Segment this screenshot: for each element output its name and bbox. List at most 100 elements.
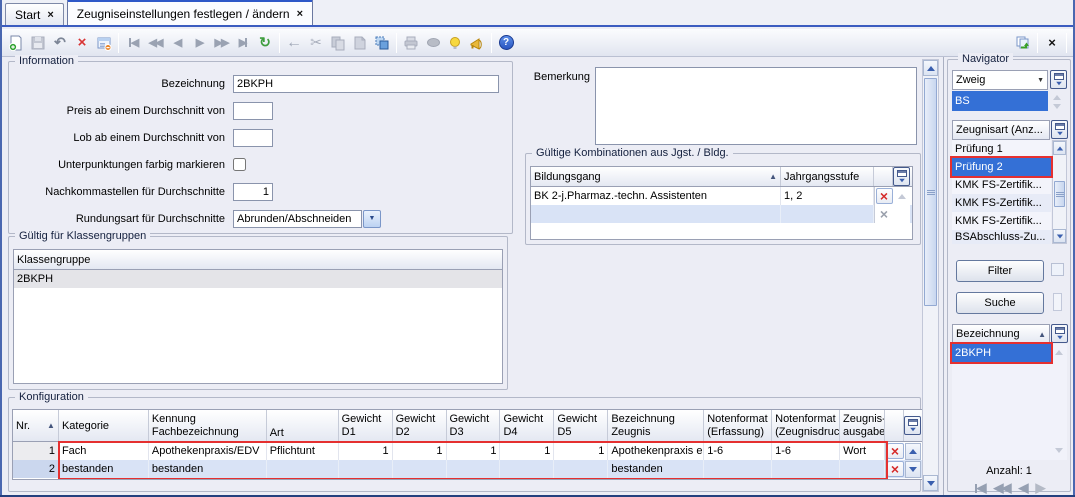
column-header-bildungsgang[interactable]: Bildungsgang ▲ (531, 167, 781, 186)
scroll-up-button[interactable] (923, 60, 938, 76)
lob-input[interactable] (233, 129, 273, 147)
cell-gewicht-d3: 1 (447, 442, 501, 460)
switch-view-icon[interactable] (1012, 32, 1034, 54)
toolbar-separator (118, 33, 119, 53)
nav-first-icon[interactable]: ◀ (975, 480, 985, 496)
edit-form-icon[interactable] (93, 32, 115, 54)
column-header-notenformat-zeugnisdruck[interactable]: Notenformat(Zeugnisdruck) (772, 410, 840, 441)
help-icon[interactable]: ? (495, 32, 517, 54)
close-pane-icon[interactable]: × (1041, 32, 1063, 54)
column-header-gewicht-d1[interactable]: GewichtD1 (339, 410, 393, 441)
nav-fast-next-icon[interactable]: ▶▶ (210, 32, 232, 54)
column-header-art[interactable]: Art (267, 410, 339, 441)
nachkommastellen-input[interactable] (233, 183, 273, 201)
delete-record-icon[interactable]: × (71, 32, 93, 54)
zeugnisart-scrollbar[interactable] (1052, 140, 1067, 244)
column-header-klassengruppe[interactable]: Klassengruppe (14, 250, 502, 269)
suche-option-box[interactable] (1053, 293, 1062, 311)
bemerkung-textarea[interactable] (595, 67, 917, 145)
nav-first-icon[interactable]: ◀ (122, 32, 144, 54)
rundungsart-select[interactable]: Abrunden/Abschneiden ▼ (233, 210, 381, 228)
delete-row-icon[interactable]: × (887, 443, 904, 459)
paste-icon[interactable] (349, 32, 371, 54)
zeugnisart-item[interactable]: KMK FS-Zertifik... (952, 212, 1051, 230)
notification-horn-icon[interactable] (466, 32, 488, 54)
scrollbar-thumb[interactable] (924, 78, 937, 306)
main-vertical-scrollbar[interactable] (922, 59, 939, 492)
column-header-jahrgangsstufe[interactable]: Jahrgangsstufe (781, 167, 874, 186)
column-header-gewicht-d3[interactable]: GewichtD3 (447, 410, 501, 441)
nav-fast-prev-icon[interactable]: ◀◀ (994, 480, 1010, 496)
column-header-zeugnisausgabe[interactable]: Zeugnis-ausgabe (840, 410, 885, 441)
table-row-empty[interactable]: × (531, 205, 912, 223)
sort-asc-icon: ▲ (769, 172, 777, 181)
scroll-down-button[interactable] (923, 475, 938, 491)
table-row[interactable]: BK 2-j.Pharmaz.-techn. Assistenten 1, 2 … (531, 187, 912, 205)
scrollbar-thumb[interactable] (1054, 181, 1065, 207)
column-header-bezeichnung-zeugnis[interactable]: BezeichnungZeugnis (608, 410, 704, 441)
filter-button[interactable]: Filter (956, 260, 1044, 282)
suche-button[interactable]: Suche (956, 292, 1044, 314)
preis-input[interactable] (233, 102, 273, 120)
zeugnisart-item[interactable]: KMK FS-Zertifik... (952, 176, 1051, 194)
column-header-gewicht-d5[interactable]: GewichtD5 (554, 410, 608, 441)
zeugnisart-item[interactable]: BSAbschluss-Zu... (952, 230, 1051, 244)
bezeichnung-header[interactable]: Bezeichnung ▲ (952, 324, 1050, 344)
nav-next-icon[interactable]: ▶ (188, 32, 210, 54)
delete-row-icon[interactable]: × (876, 188, 893, 204)
save-icon[interactable] (27, 32, 49, 54)
nav-prev-icon[interactable]: ◀ (166, 32, 188, 54)
copy-icon[interactable] (327, 32, 349, 54)
unterpunktungen-checkbox[interactable] (233, 158, 246, 171)
bezeichnung-input[interactable] (233, 75, 499, 93)
table-row[interactable]: 2BKPH (14, 270, 502, 288)
filter-option-box[interactable] (1051, 263, 1064, 276)
dropdown-button[interactable]: ▼ (363, 210, 381, 228)
hint-bulb-icon[interactable] (444, 32, 466, 54)
cell-kennung: bestanden (149, 460, 267, 478)
refresh-icon[interactable]: ↻ (254, 32, 276, 54)
field-chooser-button[interactable] (893, 167, 910, 186)
field-chooser-button[interactable] (1050, 70, 1067, 89)
zweig-item-bs[interactable]: BS (952, 91, 1048, 111)
bezeichnung-item-selected[interactable]: 2BKPH (952, 344, 1051, 362)
tab-close-icon[interactable]: × (47, 9, 53, 21)
scroll-up-button[interactable] (1053, 141, 1066, 155)
table-row[interactable]: 2 bestanden bestanden bestanden × (13, 460, 922, 478)
column-header-kategorie[interactable]: Kategorie (59, 410, 149, 441)
back-icon[interactable]: ← (283, 32, 305, 54)
tab-zeugniseinstellungen[interactable]: Zeugniseinstellungen festlegen / ändern … (67, 0, 313, 25)
scroll-down-button[interactable] (1053, 229, 1066, 243)
zweig-dropdown[interactable]: Zweig ▼ (952, 70, 1048, 90)
column-header-kennung[interactable]: KennungFachbezeichnung (149, 410, 267, 441)
nav-fast-prev-icon[interactable]: ◀◀ (144, 32, 166, 54)
konfiguration-table: Nr. ▲ Kategorie KennungFachbezeichnung A… (12, 409, 923, 480)
field-chooser-button[interactable] (1051, 120, 1068, 139)
tab-close-icon[interactable]: × (297, 8, 303, 20)
zeugnisart-item[interactable]: Prüfung 1 (952, 140, 1051, 158)
field-chooser-button[interactable] (1051, 324, 1068, 343)
column-header-notenformat-erfassung[interactable]: Notenformat(Erfassung) (704, 410, 772, 441)
column-header-gewicht-d4[interactable]: GewichtD4 (500, 410, 554, 441)
column-header-gewicht-d2[interactable]: GewichtD2 (393, 410, 447, 441)
zeugnisart-item[interactable]: KMK FS-Zertifik... (952, 194, 1051, 212)
zeugnisart-header[interactable]: Zeugnisart (Anz... (952, 120, 1050, 140)
nav-last-icon[interactable]: ▶ (232, 32, 254, 54)
new-record-icon[interactable] (5, 32, 27, 54)
table-row[interactable]: 1 Fach Apothekenpraxis/EDV Pflichtunt 1 … (13, 442, 922, 460)
nav-prev-icon[interactable]: ◀ (1019, 480, 1027, 496)
preview-icon[interactable] (422, 32, 444, 54)
scroll-down-button[interactable] (905, 461, 921, 478)
column-header-nr[interactable]: Nr. ▲ (13, 410, 59, 441)
cut-icon[interactable]: ✂ (305, 32, 327, 54)
select-region-icon[interactable] (371, 32, 393, 54)
delete-row-icon[interactable]: × (887, 461, 904, 477)
scroll-up-button[interactable] (905, 443, 921, 460)
scroll-up-icon[interactable] (898, 194, 906, 199)
nav-next-icon[interactable]: ▶ (1036, 480, 1044, 496)
tab-start[interactable]: Start × (5, 3, 64, 25)
field-chooser-button[interactable] (904, 416, 921, 435)
zeugnisart-item-selected[interactable]: Prüfung 2 (952, 158, 1051, 176)
print-icon[interactable] (400, 32, 422, 54)
undo-icon[interactable]: ↶ (49, 32, 71, 54)
